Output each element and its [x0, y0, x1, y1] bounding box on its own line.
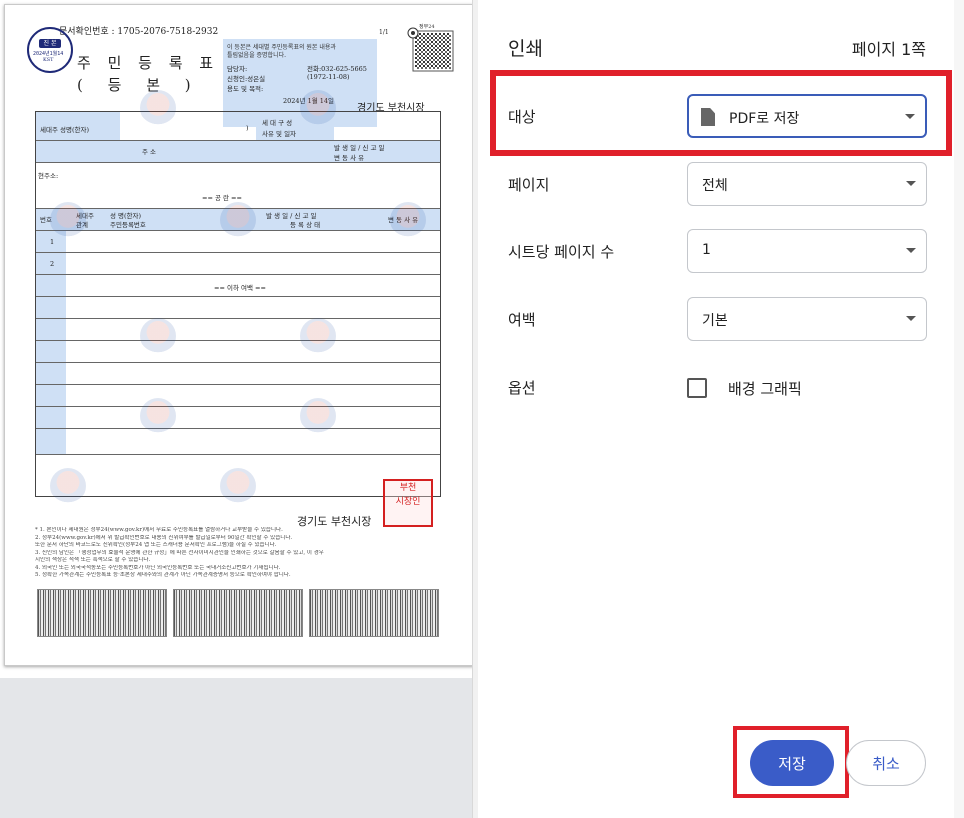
- table-row: [36, 274, 440, 275]
- report-date-column: 발 생 일 / 신 고 일: [334, 144, 385, 152]
- background-graphics-label[interactable]: 배경 그래픽: [728, 378, 802, 399]
- emblem-watermark-icon: [300, 90, 336, 126]
- purpose-label: 용도 및 목적:: [227, 85, 264, 93]
- contact-phone: 전화:032-625-5665: [307, 65, 367, 73]
- emblem-watermark-icon: [300, 398, 336, 434]
- barcode-icon: [309, 589, 439, 637]
- seal-date: 2024년1월14: [33, 51, 64, 57]
- table-row: [36, 384, 440, 385]
- pages-value: 전체: [702, 178, 728, 194]
- table-row: [36, 140, 440, 141]
- print-settings-panel: 인쇄 페이지 1쪽 대상 PDF로 저장 페이지 전체 시트당 페이지 수 1 …: [478, 0, 964, 818]
- chevron-down-icon: [906, 248, 916, 253]
- emblem-watermark-icon: [50, 202, 86, 238]
- pages-per-sheet-value: 1: [702, 242, 711, 258]
- qr-code-icon: [407, 27, 454, 72]
- table-row: [36, 428, 440, 429]
- background-graphics-checkbox[interactable]: [687, 378, 707, 398]
- authenticity-seal: 진 본 2024년1월14 KST: [27, 27, 73, 73]
- panel-title: 인쇄: [508, 38, 543, 60]
- row-2-number: 2: [50, 260, 55, 268]
- footnote: 4. 외국인 또는 외국국적동포는 주민등록번호가 아닌 외국인등록번호 또는 …: [35, 564, 281, 571]
- emblem-watermark-icon: [300, 318, 336, 354]
- options-label: 옵션: [508, 379, 536, 397]
- composition-label: 세 대 구 성: [262, 119, 293, 127]
- empty-below-label: == 이하 여백 ==: [214, 284, 266, 292]
- page-count: 페이지 1쪽: [851, 40, 926, 59]
- pages-label: 페이지: [508, 176, 550, 194]
- footnote: 지인의 색상은 적색 또는 흑색으로 할 수 있습니다.: [35, 557, 151, 563]
- margins-value: 기본: [702, 313, 728, 329]
- document-title: 주 민 등 록 표: [77, 54, 220, 72]
- margins-select[interactable]: 기본: [687, 297, 927, 341]
- seal-zone: KST: [43, 57, 54, 63]
- qr-code: 정부24: [407, 24, 455, 75]
- pages-per-sheet-select[interactable]: 1: [687, 229, 927, 273]
- table-row: [36, 162, 440, 163]
- contact-label: 담당자:: [227, 65, 248, 73]
- composition-sub: 사유 및 일자: [262, 130, 297, 138]
- save-button[interactable]: 저장: [750, 740, 834, 786]
- print-preview: 문서확인번호 : 1705-2076-7518-2932 1/1 진 본 202…: [0, 0, 478, 818]
- change-reason-column: 변 동 사 유: [334, 154, 365, 162]
- table-row: [36, 406, 440, 407]
- seal-badge: 진 본: [39, 39, 61, 48]
- panel-scrollbar[interactable]: [954, 0, 964, 818]
- emblem-watermark-icon: [140, 318, 176, 354]
- notice-line2: 틀림없음을 증명합니다.: [227, 52, 287, 59]
- table-row: [36, 340, 440, 341]
- footnote: 2. 정부24(www.gov.kr)에서 위 발급확인번호로 내용의 진위여부…: [35, 534, 293, 541]
- current-address-label: 현주소:: [38, 172, 59, 180]
- table-row: [36, 362, 440, 363]
- destination-highlight-box: [490, 70, 952, 156]
- chevron-down-icon: [906, 316, 916, 321]
- official-seal-stamp: 부천 시장인: [383, 479, 433, 527]
- table-row: [36, 252, 440, 253]
- public-blank-label: == 공 란 ==: [202, 194, 242, 202]
- table-row: [36, 454, 440, 455]
- emblem-watermark-icon: [50, 468, 86, 504]
- footnote: * 1. 본인이나 세대원은 정부24(www.gov.kr)에서 무료로 주민…: [35, 527, 283, 533]
- emblem-watermark-icon: [140, 90, 176, 126]
- cancel-button[interactable]: 취소: [846, 740, 926, 786]
- document-number: 문서확인번호 : 1705-2076-7518-2932: [59, 27, 219, 37]
- document-subtitle: ( 등 본 ): [77, 76, 201, 94]
- head-name-paren: ): [246, 124, 249, 132]
- qr-label: 정부24: [419, 24, 435, 30]
- preview-background: [0, 678, 478, 818]
- emblem-watermark-icon: [390, 202, 426, 238]
- document-page: 문서확인번호 : 1705-2076-7518-2932 1/1 진 본 202…: [4, 4, 474, 666]
- pages-per-sheet-label: 시트당 페이지 수: [508, 243, 615, 261]
- resident-table: 세대주 성명(한자) ) 세 대 구 성 사유 및 일자 주 소 발 생 일 /…: [35, 90, 441, 504]
- footnote: 3. 신인의 남인은 「행정업무의 효율적 운영에 관한 규정」에 따른 전자이…: [35, 549, 324, 556]
- applicant-dob: (1972-11-08): [307, 73, 350, 81]
- footnote: 5. 정확한 가족관계는 주민등록표 등·초본상 세대주와의 관계가 아닌 가족…: [35, 572, 291, 578]
- footnotes: * 1. 본인이나 세대원은 정부24(www.gov.kr)에서 무료로 주민…: [35, 527, 435, 580]
- pages-select[interactable]: 전체: [687, 162, 927, 206]
- head-name-label: 세대주 성명(한자): [40, 126, 89, 134]
- id-column: 주민등록번호: [110, 221, 146, 229]
- address-column: 주 소: [142, 148, 157, 156]
- barcode-icon: [37, 589, 167, 637]
- emblem-watermark-icon: [140, 398, 176, 434]
- table-row: [36, 318, 440, 319]
- emblem-watermark-icon: [220, 468, 256, 504]
- applicant-label: 신청인:성은실: [227, 75, 266, 83]
- margins-label: 여백: [508, 311, 536, 329]
- row-1-number: 1: [50, 238, 55, 246]
- registration-status-column: 등 록 상 태: [290, 221, 321, 229]
- table-row: [36, 296, 440, 297]
- barcode-icon: [173, 589, 303, 637]
- page-indicator: 1/1: [379, 29, 389, 36]
- emblem-watermark-icon: [220, 202, 256, 238]
- chevron-down-icon: [906, 181, 916, 186]
- footnote: 또한 문서 하단의 바코드로도 진위확인(정부24 앱 또는 스캐너용 문서확인…: [35, 542, 277, 548]
